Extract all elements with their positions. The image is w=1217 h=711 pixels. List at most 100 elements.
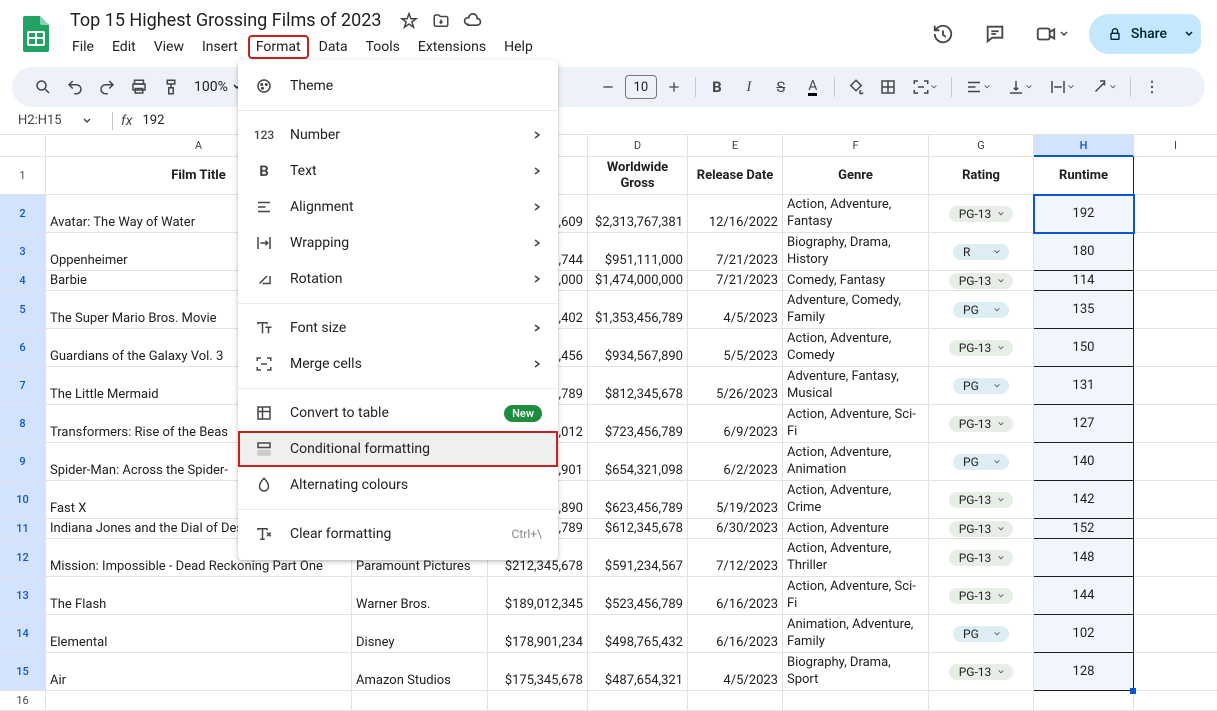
cell[interactable]: [488, 691, 588, 711]
cell[interactable]: Action, Adventure: [783, 519, 929, 539]
cell[interactable]: [929, 691, 1034, 711]
cell[interactable]: [783, 691, 929, 711]
cell[interactable]: Adventure, Comedy, Family: [783, 291, 929, 329]
menu-item-clear-formatting[interactable]: Clear formatting Ctrl+\: [238, 516, 558, 552]
row-header-1[interactable]: 1: [0, 157, 46, 195]
rating-chip[interactable]: PG: [953, 302, 1009, 318]
rating-chip[interactable]: PG-13: [949, 416, 1014, 432]
fill-color-icon[interactable]: [841, 72, 871, 102]
spreadsheet-grid[interactable]: ABCDEFGHI1Film Titletic sWorldwide Gross…: [0, 135, 1217, 711]
cell-runtime[interactable]: 140: [1034, 443, 1134, 481]
cell[interactable]: 4/5/2023: [688, 291, 783, 329]
cell-runtime[interactable]: 131: [1034, 367, 1134, 405]
header-cell[interactable]: Runtime: [1034, 157, 1134, 195]
cell[interactable]: $487,654,321: [588, 653, 688, 691]
text-color-icon[interactable]: A: [798, 72, 828, 102]
history-icon[interactable]: [923, 14, 963, 54]
cell[interactable]: $175,345,678: [488, 653, 588, 691]
row-header-12[interactable]: 12: [0, 539, 46, 577]
fontsize-plus-icon[interactable]: [659, 72, 689, 102]
row-header-15[interactable]: 15: [0, 653, 46, 691]
header-cell[interactable]: Rating: [929, 157, 1034, 195]
row-header-4[interactable]: 4: [0, 271, 46, 291]
cell[interactable]: $812,345,678: [588, 367, 688, 405]
star-icon[interactable]: [399, 11, 419, 31]
undo-icon[interactable]: [60, 72, 90, 102]
cell[interactable]: PG-13: [929, 653, 1034, 691]
comments-icon[interactable]: [975, 14, 1015, 54]
namebox-caret-icon[interactable]: [82, 116, 92, 126]
header-cell[interactable]: Worldwide Gross: [588, 157, 688, 195]
italic-icon[interactable]: I: [734, 72, 764, 102]
cell[interactable]: [1134, 405, 1217, 443]
row-header-9[interactable]: 9: [0, 443, 46, 481]
cell[interactable]: 4/5/2023: [688, 653, 783, 691]
cell[interactable]: R: [929, 233, 1034, 271]
menu-edit[interactable]: Edit: [104, 35, 144, 59]
menu-tools[interactable]: Tools: [358, 35, 408, 59]
select-all-corner[interactable]: [0, 135, 46, 157]
rating-chip[interactable]: PG-13: [949, 550, 1014, 566]
cell-runtime[interactable]: 127: [1034, 405, 1134, 443]
name-box[interactable]: H2:H15: [12, 113, 82, 128]
meet-icon[interactable]: [1027, 14, 1077, 54]
cell[interactable]: Adventure, Fantasy, Musical: [783, 367, 929, 405]
cell[interactable]: $1,474,000,000: [588, 271, 688, 291]
cell[interactable]: PG-13: [929, 329, 1034, 367]
menu-data[interactable]: Data: [311, 35, 356, 59]
cell-runtime[interactable]: 144: [1034, 577, 1134, 615]
merge-cells-icon[interactable]: [905, 72, 945, 102]
cell[interactable]: Action, Adventure, Fantasy: [783, 195, 929, 233]
print-icon[interactable]: [124, 72, 154, 102]
doc-title[interactable]: Top 15 Highest Grossing Films of 2023: [64, 8, 387, 33]
row-header-11[interactable]: 11: [0, 519, 46, 539]
cell[interactable]: $523,456,789: [588, 577, 688, 615]
cell[interactable]: Animation, Adventure, Family: [783, 615, 929, 653]
selection-handle[interactable]: [1130, 688, 1136, 694]
menu-view[interactable]: View: [146, 35, 192, 59]
rating-chip[interactable]: PG-13: [949, 492, 1014, 508]
rating-chip[interactable]: PG: [953, 626, 1009, 642]
cell-runtime[interactable]: 152: [1034, 519, 1134, 539]
cell[interactable]: [1134, 443, 1217, 481]
cell[interactable]: [688, 691, 783, 711]
cell[interactable]: [1134, 539, 1217, 577]
cell[interactable]: Action, Adventure, Sci-Fi: [783, 577, 929, 615]
cell[interactable]: $612,345,678: [588, 519, 688, 539]
search-icon[interactable]: [28, 72, 58, 102]
column-header-G[interactable]: G: [929, 135, 1034, 157]
cell[interactable]: Action, Adventure, Sci-Fi: [783, 405, 929, 443]
column-header-I[interactable]: I: [1134, 135, 1217, 157]
cell[interactable]: PG-13: [929, 519, 1034, 539]
strikethrough-icon[interactable]: S: [766, 72, 796, 102]
cell[interactable]: [1134, 233, 1217, 271]
menu-help[interactable]: Help: [496, 35, 541, 59]
cell[interactable]: Comedy, Fantasy: [783, 271, 929, 291]
row-header-6[interactable]: 6: [0, 329, 46, 367]
cloud-status-icon[interactable]: [463, 11, 483, 31]
halign-icon[interactable]: [958, 72, 998, 102]
cell[interactable]: $654,321,098: [588, 443, 688, 481]
cell-runtime[interactable]: 135: [1034, 291, 1134, 329]
cell[interactable]: [1134, 577, 1217, 615]
rating-chip[interactable]: PG: [953, 454, 1009, 470]
cell[interactable]: 7/21/2023: [688, 233, 783, 271]
cell[interactable]: 7/12/2023: [688, 539, 783, 577]
paint-format-icon[interactable]: [156, 72, 186, 102]
share-caret-button[interactable]: [1177, 14, 1201, 54]
cell[interactable]: Action, Adventure, Thriller: [783, 539, 929, 577]
cell[interactable]: PG: [929, 443, 1034, 481]
cell[interactable]: PG-13: [929, 481, 1034, 519]
rating-chip[interactable]: PG-13: [949, 664, 1014, 680]
rating-chip[interactable]: PG-13: [949, 588, 1014, 604]
row-header-16[interactable]: 16: [0, 691, 46, 711]
rotate-text-icon[interactable]: [1084, 72, 1124, 102]
cell-runtime[interactable]: 148: [1034, 539, 1134, 577]
cell[interactable]: $591,234,567: [588, 539, 688, 577]
menu-item-rotation[interactable]: Rotation: [238, 261, 558, 297]
cell[interactable]: 5/19/2023: [688, 481, 783, 519]
rating-chip[interactable]: PG-13: [949, 521, 1014, 537]
menu-item-theme[interactable]: Theme: [238, 68, 558, 104]
move-icon[interactable]: [431, 11, 451, 31]
cell[interactable]: 5/26/2023: [688, 367, 783, 405]
